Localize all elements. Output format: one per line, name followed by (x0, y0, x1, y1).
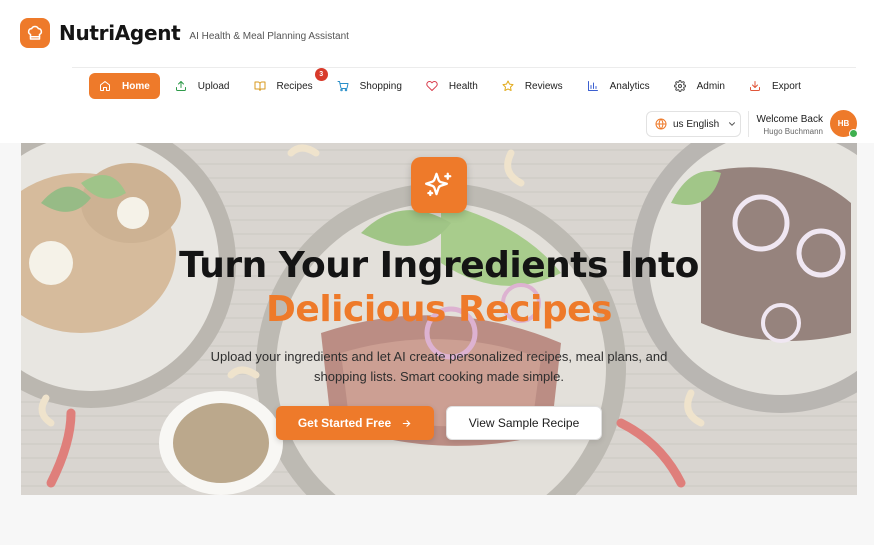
hero-subtitle: Upload your ingredients and let AI creat… (210, 349, 668, 384)
view-sample-recipe-button[interactable]: View Sample Recipe (446, 406, 602, 440)
hero-section: Turn Your Ingredients Into Delicious Rec… (21, 143, 857, 495)
user-greeting: Welcome Back Hugo Buchmann (756, 114, 823, 136)
nav-label: Recipes (276, 80, 313, 92)
book-icon (254, 80, 266, 92)
nav-label: Health (448, 80, 478, 92)
get-started-button[interactable]: Get Started Free (276, 406, 434, 440)
arrow-right-icon (401, 418, 412, 429)
main-nav: Home Upload Recipes 3 Shopping Health Re… (89, 68, 816, 99)
nav-item-reviews[interactable]: Reviews (493, 73, 572, 99)
nav-label: Analytics (609, 80, 650, 92)
brand[interactable]: NutriAgent AI Health & Meal Planning Ass… (20, 18, 349, 48)
nav-item-analytics[interactable]: Analytics (578, 73, 659, 99)
star-icon (502, 80, 514, 92)
globe-icon (655, 118, 667, 130)
chevron-down-icon (727, 119, 737, 129)
upload-icon (175, 80, 187, 92)
nav-item-health[interactable]: Health (417, 73, 487, 99)
welcome-text: Welcome Back (756, 114, 823, 125)
online-status-dot (849, 129, 858, 138)
nav-label: Upload (197, 80, 230, 92)
language-value: us English (673, 118, 720, 130)
nav-item-export[interactable]: Export (740, 73, 810, 99)
app-header: NutriAgent AI Health & Meal Planning Ass… (0, 0, 874, 143)
nav-label: Export (771, 80, 801, 92)
brand-tagline: AI Health & Meal Planning Assistant (189, 30, 349, 42)
nav-label: Reviews (524, 80, 563, 92)
nav-item-upload[interactable]: Upload (166, 73, 239, 99)
nav-label: Admin (696, 80, 725, 92)
bar-chart-icon (587, 80, 599, 92)
gear-icon (673, 80, 686, 92)
brand-name: NutriAgent (59, 21, 181, 45)
home-icon (99, 80, 111, 92)
nav-item-home[interactable]: Home (89, 73, 160, 99)
nav-label: Home (122, 80, 150, 92)
user-name: Hugo Buchmann (763, 127, 823, 136)
sparkles-icon (411, 157, 467, 213)
nav-item-shopping[interactable]: Shopping (328, 73, 411, 99)
nav-item-recipes[interactable]: Recipes 3 (245, 68, 328, 99)
get-started-label: Get Started Free (297, 416, 392, 430)
recipes-count-badge: 3 (314, 68, 328, 81)
hero-title-highlight: Delicious Recipes (266, 289, 612, 330)
header-divider (72, 67, 856, 68)
download-icon (749, 80, 761, 92)
hero-title: Turn Your Ingredients Into (179, 245, 699, 286)
heart-icon (426, 80, 438, 92)
chef-hat-icon (20, 18, 50, 48)
language-select[interactable]: us English (646, 111, 741, 137)
nav-item-admin[interactable]: Admin (665, 73, 734, 99)
nav-label: Shopping (359, 80, 402, 92)
cart-icon (337, 80, 349, 92)
header-separator (748, 111, 749, 137)
